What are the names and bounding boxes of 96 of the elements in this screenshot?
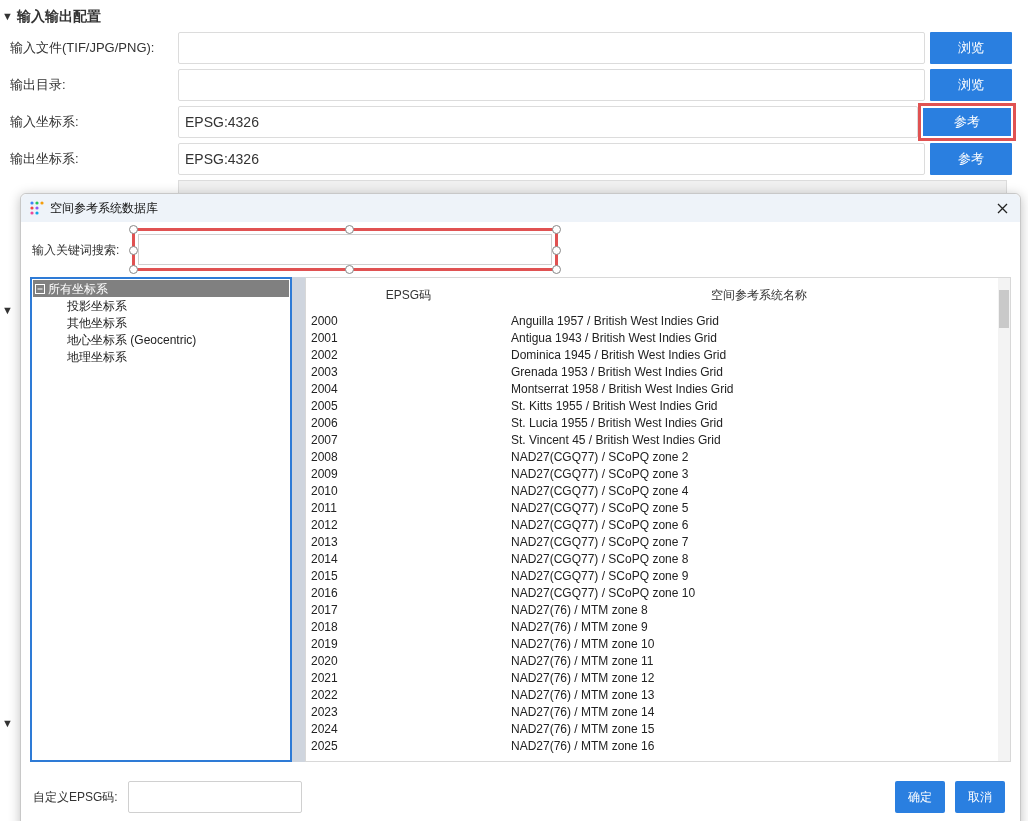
input-field[interactable]: EPSG:4326	[178, 143, 925, 175]
resize-handle[interactable]	[345, 225, 354, 234]
table-cell-text: Montserrat 1958 / British West Indies Grid	[511, 380, 734, 398]
collapse-icon[interactable]: ▼	[2, 7, 13, 25]
table-cell-text: 2024	[310, 720, 339, 738]
table-cell-text: Anguilla 1957 / British West Indies Grid	[511, 312, 719, 330]
table-cell-text: NAD27(CGQ77) / SCoPQ zone 8	[511, 550, 689, 568]
table-cell-text: Antigua 1943 / British West Indies Grid	[511, 329, 717, 347]
scrollbar[interactable]	[292, 277, 305, 762]
input-field[interactable]: EPSG:4326	[178, 106, 918, 138]
table-cell-text: NAD27(CGQ77) / SCoPQ zone 10	[511, 584, 696, 602]
table-cell-text: 2002	[310, 346, 339, 364]
table-cell-text: NAD27(CGQ77) / SCoPQ zone 3	[511, 465, 689, 483]
input-field[interactable]	[178, 32, 925, 64]
table-cell-text: NAD27(76) / MTM zone 11	[511, 652, 654, 670]
table-cell-text: St. Kitts 1955 / British West Indies Grid	[511, 397, 718, 415]
tree-item[interactable]: 所有坐标系	[33, 280, 289, 297]
table-cell-text: NAD27(76) / MTM zone 15	[511, 720, 655, 738]
table-cell-text: 2016	[310, 584, 339, 602]
table-cell-text: 2021	[310, 669, 339, 687]
table-cell-text: 2000	[310, 312, 339, 330]
table-cell-text: Dominica 1945 / British West Indies Grid	[511, 346, 727, 364]
table-cell-text: NAD27(76) / MTM zone 10	[511, 635, 655, 653]
confirm-button[interactable]: 确定	[895, 781, 945, 813]
field-label: 输出目录:	[10, 76, 67, 95]
table-cell-text: St. Vincent 45 / British West Indies Grid	[511, 431, 721, 449]
field-label: 输出坐标系:	[10, 150, 80, 169]
resize-handle[interactable]	[345, 265, 354, 274]
table-cell-text: 2009	[310, 465, 339, 483]
table-cell-text: 2011	[310, 499, 338, 517]
tree-item[interactable]: 地心坐标系 (Geocentric)	[33, 331, 289, 348]
table-cell-text: 2003	[310, 363, 339, 381]
resize-handle[interactable]	[552, 225, 561, 234]
table-cell-text: NAD27(76) / MTM zone 14	[511, 703, 655, 721]
field-label: 自定义EPSG码:	[33, 789, 119, 806]
input-field[interactable]	[128, 781, 302, 813]
table-cell-text: 2008	[310, 448, 339, 466]
table-cell-text: 2006	[310, 414, 339, 432]
table-cell-text: 2007	[310, 431, 339, 449]
column-header: EPSG码	[384, 287, 433, 304]
cancel-button[interactable]: 取消	[955, 781, 1005, 813]
resize-handle[interactable]	[552, 246, 561, 255]
reference-button[interactable]: 浏览	[930, 32, 1012, 64]
table-cell-text: 2022	[310, 686, 339, 704]
search-label: 输入关键词搜索:	[32, 241, 121, 259]
table-cell-text: 2004	[310, 380, 339, 398]
field-label: 输入坐标系:	[10, 113, 80, 132]
tree-item[interactable]: 投影坐标系	[33, 297, 289, 314]
table-cell-text: 2023	[310, 703, 339, 721]
dialog-title: 空间参考系统数据库	[50, 200, 158, 217]
scrollbar[interactable]	[998, 278, 1010, 761]
table-cell-text: NAD27(CGQ77) / SCoPQ zone 4	[511, 482, 689, 500]
resize-handle[interactable]	[129, 265, 138, 274]
field-label: 输入文件(TIF/JPG/PNG):	[10, 39, 156, 58]
resize-handle[interactable]	[129, 246, 138, 255]
table-cell-text: NAD27(CGQ77) / SCoPQ zone 9	[511, 567, 689, 585]
collapse-icon[interactable]	[35, 283, 45, 294]
table-cell-text: NAD27(76) / MTM zone 13	[511, 686, 655, 704]
table-cell-text: 2014	[310, 550, 339, 568]
reference-button[interactable]: 参考	[930, 143, 1012, 175]
section-title: 输入输出配置	[16, 6, 101, 26]
collapse-icon[interactable]: ▼	[2, 302, 13, 319]
table-cell-text: NAD27(76) / MTM zone 8	[511, 601, 648, 619]
table-cell-text: NAD27(CGQ77) / SCoPQ zone 6	[511, 516, 689, 534]
table-cell-text: 2018	[310, 618, 339, 636]
table-cell-text: 2012	[310, 516, 339, 534]
table-cell-text: NAD27(CGQ77) / SCoPQ zone 2	[511, 448, 689, 466]
table-cell-text: 2010	[310, 482, 339, 500]
scroll-thumb[interactable]	[999, 290, 1009, 328]
table-cell-text: 2017	[310, 601, 339, 619]
table-cell-text: 2013	[310, 533, 339, 551]
table-cell-text: NAD27(CGQ77) / SCoPQ zone 5	[511, 499, 689, 517]
input-field[interactable]	[178, 69, 925, 101]
table-cell-text: NAD27(CGQ77) / SCoPQ zone 7	[511, 533, 689, 551]
column-header: 空间参考系统名称	[709, 287, 808, 304]
reference-button[interactable]: 浏览	[930, 69, 1012, 101]
table-cell-text: 2025	[310, 737, 339, 755]
resize-handle[interactable]	[129, 225, 138, 234]
tree-item[interactable]: 其他坐标系	[33, 314, 289, 331]
table-cell-text: 2001	[310, 329, 339, 347]
table-cell-text: 2020	[310, 652, 339, 670]
table-cell-text: 2005	[310, 397, 339, 415]
resize-handle[interactable]	[552, 265, 561, 274]
search-field[interactable]	[138, 234, 552, 265]
app-icon	[30, 201, 44, 215]
collapse-icon[interactable]: ▼	[2, 715, 13, 732]
close-icon[interactable]	[997, 202, 1008, 214]
tree-item[interactable]: 地理坐标系	[33, 348, 289, 365]
table-cell-text: NAD27(76) / MTM zone 9	[511, 618, 648, 636]
table-cell-text: St. Lucia 1955 / British West Indies Grid	[511, 414, 723, 432]
table-cell-text: 2015	[310, 567, 339, 585]
table-cell-text: NAD27(76) / MTM zone 16	[511, 737, 655, 755]
table-cell-text: 2019	[310, 635, 339, 653]
table-cell-text: Grenada 1953 / British West Indies Grid	[511, 363, 723, 381]
reference-button[interactable]: 参考	[923, 108, 1011, 136]
table-cell-text: NAD27(76) / MTM zone 12	[511, 669, 655, 687]
